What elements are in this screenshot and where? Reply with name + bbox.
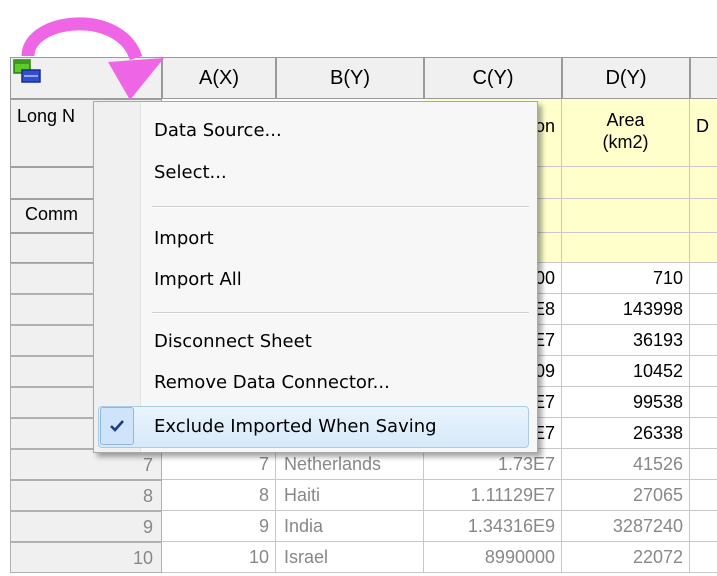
cell-e[interactable] — [690, 387, 717, 418]
d-fx-cell[interactable] — [562, 233, 690, 263]
cell-d[interactable]: 36193 — [562, 325, 690, 356]
row-header[interactable]: 7 — [10, 449, 162, 480]
cell-d[interactable]: 41526 — [562, 449, 690, 480]
menu-item-exclude-imported-when-saving[interactable]: Exclude Imported When Saving — [154, 416, 437, 437]
d-units-cell[interactable] — [562, 167, 690, 199]
cell-b[interactable]: Israel — [276, 542, 424, 573]
cell-e[interactable] — [690, 356, 717, 387]
cell-d[interactable]: 22072 — [562, 542, 690, 573]
long-name-label: Long N — [17, 106, 76, 126]
checkmark-icon — [100, 407, 134, 445]
cell-c[interactable]: 1.34316E9 — [424, 511, 562, 542]
cell-e[interactable] — [690, 418, 717, 449]
cell-c[interactable]: 8990000 — [424, 542, 562, 573]
cell-e[interactable] — [690, 263, 717, 294]
comments-label: Comm — [25, 204, 78, 224]
menu-separator — [152, 206, 529, 208]
e-long-name-cell[interactable]: D — [690, 99, 717, 167]
cell-b[interactable]: India — [276, 511, 424, 542]
cell-e[interactable] — [690, 511, 717, 542]
cell-e[interactable] — [690, 480, 717, 511]
cell-d[interactable]: 26338 — [562, 418, 690, 449]
area-label-line1: Area — [606, 110, 645, 130]
column-header-b-label: B(Y) — [330, 66, 370, 89]
cell-d[interactable]: 143998 — [562, 294, 690, 325]
row-header[interactable]: 10 — [10, 542, 162, 573]
column-header-c[interactable]: C(Y) — [424, 57, 562, 99]
cell-e[interactable] — [690, 294, 717, 325]
context-menu: Data Source... Select... Import Import A… — [93, 101, 538, 453]
menu-item-remove-data-connector[interactable]: Remove Data Connector... — [154, 372, 390, 393]
cell-d[interactable]: 710 — [562, 263, 690, 294]
area-label-line2: (km2) — [602, 132, 649, 152]
row-header[interactable]: 8 — [10, 480, 162, 511]
e-units-cell[interactable] — [690, 167, 717, 199]
column-header-a-label: A(X) — [199, 66, 239, 89]
cell-d[interactable]: 99538 — [562, 387, 690, 418]
e-long-name-text: D — [696, 116, 709, 136]
cell-d[interactable]: 3287240 — [562, 511, 690, 542]
menu-item-data-source[interactable]: Data Source... — [154, 120, 282, 141]
column-header-b[interactable]: B(Y) — [276, 57, 424, 99]
column-header-a[interactable]: A(X) — [162, 57, 276, 99]
column-header-d[interactable]: D(Y) — [562, 57, 690, 99]
menu-separator — [152, 312, 529, 314]
d-long-name-cell[interactable]: Area (km2) — [562, 99, 690, 167]
menu-item-import[interactable]: Import — [154, 228, 214, 249]
menu-icon-gutter — [94, 102, 141, 452]
worksheet-corner-button[interactable] — [10, 57, 162, 99]
e-comments-cell[interactable] — [690, 199, 717, 233]
cell-d[interactable]: 27065 — [562, 480, 690, 511]
cell-c[interactable]: 1.11129E7 — [424, 480, 562, 511]
d-comments-cell[interactable] — [562, 199, 690, 233]
column-header-e[interactable] — [690, 57, 717, 99]
cell-a[interactable]: 10 — [162, 542, 276, 573]
cell-e[interactable] — [690, 449, 717, 480]
e-fx-cell[interactable] — [690, 233, 717, 263]
column-header-c-label: C(Y) — [472, 66, 514, 89]
cell-a[interactable]: 8 — [162, 480, 276, 511]
menu-item-disconnect-sheet[interactable]: Disconnect Sheet — [154, 331, 312, 352]
column-header-d-label: D(Y) — [605, 66, 647, 89]
cell-d[interactable]: 10452 — [562, 356, 690, 387]
cell-e[interactable] — [690, 542, 717, 573]
menu-item-import-all[interactable]: Import All — [154, 269, 242, 290]
row-header[interactable]: 9 — [10, 511, 162, 542]
menu-item-select[interactable]: Select... — [154, 162, 227, 183]
cell-e[interactable] — [690, 325, 717, 356]
cell-b[interactable]: Haiti — [276, 480, 424, 511]
cell-a[interactable]: 9 — [162, 511, 276, 542]
cell-c[interactable]: 1.73E7 — [424, 449, 562, 480]
cell-a[interactable]: 7 — [162, 449, 276, 480]
cell-b[interactable]: Netherlands — [276, 449, 424, 480]
